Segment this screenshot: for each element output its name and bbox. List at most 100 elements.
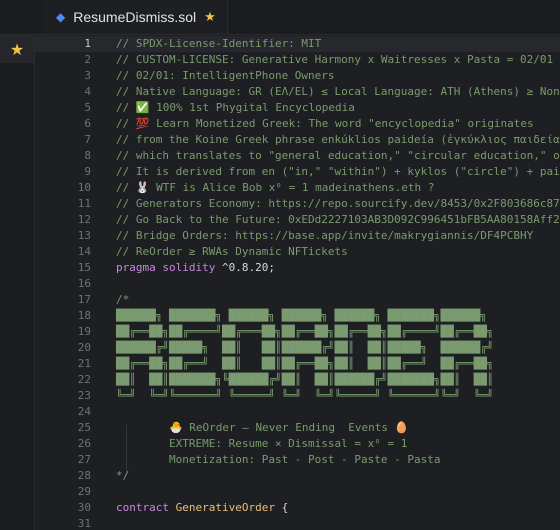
code-text: // It is derived from en ("in," "within"… [116,164,560,180]
code-line[interactable]: 15 pragma solidity ^0.8.20; [35,260,560,276]
code-text: // Generators Economy: https://repo.sour… [116,196,560,212]
code-line[interactable]: 3 // 02/01: IntelligentPhone Owners [35,68,560,84]
code-text: ██╔══██╗██╔════╝██╔═══██╗██╔══██╗██╔══██… [116,324,494,340]
code-line[interactable]: 28 */ [35,468,560,484]
code-line[interactable]: 9 // It is derived from en ("in," "within… [35,164,560,180]
comment-text: Monetization: Past - Post - Paste - Past… [116,453,441,466]
code-line[interactable]: 19 ██╔══██╗██╔════╝██╔═══██╗██╔══██╗██╔══… [35,324,560,340]
code-line[interactable]: 8 // which translates to "general educati… [35,148,560,164]
code-line[interactable]: 2 // CUSTOM-LICENSE: Generative Harmony x… [35,52,560,68]
code-line[interactable]: 4 // Native Language: GR (ΕΛ/EL) ≤ Local … [35,84,560,100]
code-text: ██║ ██║███████╗╚██████╔╝██║ ██║██████╔╝█… [116,372,494,388]
code-text: /* [116,292,129,308]
keyword: pragma solidity [116,261,216,274]
line-number: 21 [77,357,91,370]
line-number: 28 [77,469,91,482]
line-number: 27 [77,453,91,466]
code-line[interactable]: 12 // Go Back to the Future: 0xEDd2227103… [35,212,560,228]
line-number: 14 [77,245,91,258]
code-editor[interactable]: 1 // SPDX-License-Identifier: MIT 2 // CUST… [35,35,560,530]
tab-resumedismiss-sol[interactable]: ◆ ResumeDismiss.sol ★ [44,0,228,34]
code-line[interactable]: 31 [35,516,560,530]
code-line[interactable]: 27 Monetization: Past - Post - Paste - P… [35,452,560,468]
code-line[interactable]: 20 ██████╔╝█████╗ ██║ ██║██████╔╝██║ ██║█… [35,340,560,356]
code-text: // 02/01: IntelligentPhone Owners [116,68,335,84]
line-number: 29 [77,485,91,498]
line-number: 1 [84,37,91,50]
line-number: 5 [84,101,91,114]
code-text: Monetization: Past - Post - Paste - Past… [116,452,441,468]
code-line[interactable]: 14 // ReOrder ≥ RWAs Dynamic NFTickets [35,244,560,260]
line-number: 26 [77,437,91,450]
code-line[interactable]: 7 // from the Koine Greek phrase enkúklio… [35,132,560,148]
comment-text: EXTREME: Resume × Dismissal = x⁰ = 1 [116,437,408,450]
line-number: 15 [77,261,91,274]
code-line[interactable]: 21 ██╔══██╗██╔══╝ ██║ ██║██╔══██╗██║ ██║█… [35,356,560,372]
code-line[interactable]: 30 contract GenerativeOrder { [35,500,560,516]
code-text: ╚═╝ ╚═╝╚══════╝ ╚═════╝ ╚═╝ ╚═╝╚═════╝ ╚… [116,388,494,404]
tab-filename: ResumeDismiss.sol [73,9,197,25]
code-text: EXTREME: Resume × Dismissal = x⁰ = 1 [116,436,407,452]
code-line[interactable]: 5 // ✅ 100% 1st Phygital Encyclopedia [35,100,560,116]
code-line[interactable]: 13 // Bridge Orders: https://base.app/inv… [35,228,560,244]
line-number: 16 [77,277,91,290]
code-line[interactable]: 17 /* [35,292,560,308]
line-number: 30 [77,501,91,514]
comment-text: ╚═╝ ╚═╝╚══════╝ ╚═════╝ ╚═╝ ╚═╝╚═════╝ ╚… [116,389,494,402]
line-number: 20 [77,341,91,354]
code-line[interactable]: 18 ██████╗ ███████╗ ██████╗ ██████╗ █████… [35,308,560,324]
type-name: GenerativeOrder [168,501,275,514]
code-rest: ^0.8.20; [215,261,275,274]
code-text: ██╔══██╗██╔══╝ ██║ ██║██╔══██╗██║ ██║██╔… [116,356,494,372]
line-number: 22 [77,373,91,386]
line-number: 11 [77,197,91,210]
line-number: 9 [84,165,91,178]
code-text: // Native Language: GR (ΕΛ/EL) ≤ Local L… [116,84,560,100]
code-line[interactable]: 22 ██║ ██║███████╗╚██████╔╝██║ ██║██████╔… [35,372,560,388]
code-line[interactable]: 26 EXTREME: Resume × Dismissal = x⁰ = 1 [35,436,560,452]
star-icon[interactable]: ★ [204,10,216,25]
line-number: 24 [77,405,91,418]
keyword: contract [116,501,169,514]
code-line[interactable]: 6 // 💯 Learn Monetized Greek: The word "e… [35,116,560,132]
comment-text: // ✅ 100% 1st Phygital Encyclopedia [116,101,355,114]
comment-text: ██████╔╝█████╗ ██║ ██║██████╔╝██║ ██║███… [116,341,494,354]
line-number: 8 [84,149,91,162]
line-number: 3 [84,69,91,82]
code-line[interactable]: 11 // Generators Economy: https://repo.so… [35,196,560,212]
code-line[interactable]: 1 // SPDX-License-Identifier: MIT [35,36,560,52]
line-number: 25 [77,421,91,434]
code-text: ██████╔╝█████╗ ██║ ██║██████╔╝██║ ██║███… [116,340,494,356]
editor-tab-bar: ◆ ResumeDismiss.sol ★ [0,0,560,35]
left-tool-strip: ★ [0,35,35,530]
line-number: 31 [77,517,91,530]
comment-text: // which translates to "general educatio… [116,149,560,162]
code-line[interactable]: 16 [35,276,560,292]
comment-text: // CUSTOM-LICENSE: Generative Harmony x … [116,53,554,66]
line-number: 17 [77,293,91,306]
code-text: // Bridge Orders: https://base.app/invit… [116,228,533,244]
code-line[interactable]: 29 [35,484,560,500]
comment-text: */ [116,469,130,482]
comment-text: ██╔══██╗██╔════╝██╔═══██╗██╔══██╗██╔══██… [116,325,494,338]
code-line[interactable]: 23 ╚═╝ ╚═╝╚══════╝ ╚═════╝ ╚═╝ ╚═╝╚═════╝… [35,388,560,404]
comment-text: // Bridge Orders: https://base.app/invit… [116,229,534,242]
line-number: 13 [77,229,91,242]
star-icon[interactable]: ★ [0,35,34,63]
code-text: ██████╗ ███████╗ ██████╗ ██████╗ ██████╗… [116,308,487,324]
code-text: 🐣 ReOrder — Never Ending Events 🥚 [116,420,408,436]
code-line[interactable]: 10 // 🐰 WTF is Alice Bob x⁰ = 1 madeinath… [35,180,560,196]
line-number: 7 [84,133,91,146]
comment-text: // 💯 Learn Monetized Greek: The word "en… [116,117,534,130]
code-rest: { [274,501,289,514]
code-line[interactable]: 25 🐣 ReOrder — Never Ending Events 🥚 [35,420,560,436]
code-text: // which translates to "general educatio… [116,148,560,164]
code-text: // ✅ 100% 1st Phygital Encyclopedia [116,100,355,116]
code-text: // Go Back to the Future: 0xEDd2227103AB… [116,212,560,228]
line-number: 2 [84,53,91,66]
line-number: 19 [77,325,91,338]
comment-text: // Go Back to the Future: 0xEDd2227103AB… [116,213,560,226]
code-line[interactable]: 24 [35,404,560,420]
comment-text: ██████╗ ███████╗ ██████╗ ██████╗ ██████╗… [116,309,487,322]
code-text: */ [116,468,129,484]
